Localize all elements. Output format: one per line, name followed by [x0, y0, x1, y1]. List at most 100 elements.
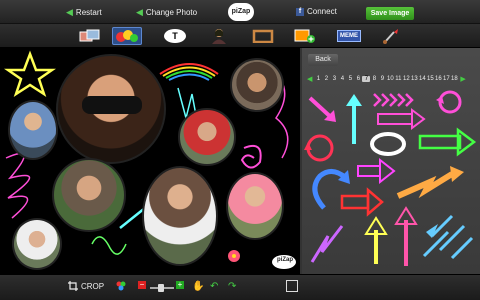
page-11[interactable]: 11 — [394, 76, 402, 82]
page-3[interactable]: 3 — [330, 76, 338, 82]
minus-icon: − — [138, 280, 146, 289]
page-2[interactable]: 2 — [322, 76, 330, 82]
color-wheel-icon — [116, 281, 126, 291]
tab-cutout[interactable] — [204, 27, 234, 45]
tab-stickers[interactable] — [112, 27, 142, 45]
photo-circle-selfie[interactable] — [56, 54, 166, 164]
neon-arrow-right-green-icon[interactable] — [418, 127, 477, 157]
neon-chevrons-pink-icon[interactable] — [373, 93, 414, 107]
page-14[interactable]: 14 — [418, 76, 426, 82]
photo-circle-child[interactable] — [226, 172, 284, 240]
arrow-left-icon: ◀ — [66, 7, 73, 17]
tab-paint[interactable] — [376, 27, 406, 45]
neon-star-sticker — [3, 50, 57, 97]
plus-icon: + — [176, 280, 184, 289]
page-9[interactable]: 9 — [378, 76, 386, 82]
neon-arrow-right-magenta-icon[interactable] — [357, 157, 396, 185]
photo-circle-topright[interactable] — [230, 58, 284, 112]
neon-arrow-right-red-icon[interactable] — [340, 187, 384, 217]
tab-borders[interactable] — [248, 27, 278, 45]
zoom-slider[interactable] — [150, 284, 174, 292]
page-8[interactable]: 8 — [370, 76, 378, 82]
page-7[interactable]: 7 — [362, 76, 371, 82]
pan-button[interactable]: ✋ — [192, 281, 204, 292]
neon-green-scribble — [91, 236, 127, 255]
canvas-watermark: piZap — [277, 257, 293, 263]
zoom-slider-knob[interactable] — [158, 284, 164, 292]
redo-button[interactable]: ↷ — [228, 281, 236, 292]
page-5[interactable]: 5 — [346, 76, 354, 82]
facebook-connect-button[interactable]: f Connect — [296, 7, 337, 16]
neon-zigzag-purple-icon[interactable] — [310, 225, 344, 263]
photo-stack-icon — [79, 29, 100, 42]
sticker-panel: Back ◀ 1 2 3 4 5 6 7 8 9 10 11 12 13 14 … — [302, 48, 480, 274]
back-button[interactable]: Back — [308, 54, 338, 66]
undo-icon: ↶ — [210, 281, 219, 292]
neon-arrow-curve-blue-icon[interactable] — [312, 169, 350, 210]
restart-button[interactable]: ◀ Restart — [66, 7, 102, 18]
sticker-pager: ◀ 1 2 3 4 5 6 7 8 9 10 11 12 13 14 15 16… — [302, 74, 480, 84]
neon-arrow-up-pink-icon[interactable] — [394, 206, 418, 266]
next-page-icon[interactable]: ▶ — [460, 75, 465, 83]
photo-circle-girl-center[interactable] — [142, 166, 218, 266]
page-4[interactable]: 4 — [338, 76, 346, 82]
neon-arrow-lightning-orange-icon[interactable] — [396, 166, 464, 199]
photo-circle-bottomleft[interactable] — [12, 218, 62, 270]
stickers-icon — [116, 30, 138, 42]
frame-icon — [252, 29, 274, 43]
tab-meme[interactable]: MEME — [334, 27, 364, 45]
tab-add-photo[interactable] — [290, 27, 320, 45]
neon-multi-arrow-cyan-icon[interactable] — [422, 214, 474, 260]
fullscreen-button[interactable] — [286, 280, 298, 292]
color-button[interactable] — [116, 281, 126, 291]
page-17[interactable]: 17 — [442, 76, 450, 82]
neon-arrow-up-cyan-icon[interactable] — [346, 94, 362, 144]
bottom-toolbar: CROP − + ✋ ↶ ↷ — [0, 274, 480, 300]
editor-canvas[interactable]: piZap — [0, 48, 302, 274]
save-image-button[interactable]: Save Image — [366, 7, 414, 20]
zoom-out-button[interactable]: − — [138, 281, 146, 289]
page-1[interactable]: 1 — [314, 76, 322, 82]
page-13[interactable]: 13 — [410, 76, 418, 82]
photo-circle-group[interactable] — [52, 158, 126, 232]
redo-icon: ↷ — [228, 281, 237, 292]
meme-icon: MEME — [337, 30, 361, 42]
tool-strip: T MEME — [0, 24, 480, 48]
page-15[interactable]: 15 — [426, 76, 434, 82]
photo-circle-boy[interactable] — [8, 100, 58, 160]
neon-recycle-red-icon[interactable] — [304, 134, 334, 162]
text-bubble-icon: T — [164, 29, 186, 43]
page-6[interactable]: 6 — [354, 76, 362, 82]
neon-recycle-pink-icon[interactable] — [436, 90, 462, 114]
neon-loop-white-icon[interactable] — [370, 132, 406, 156]
tab-text[interactable]: T — [160, 27, 190, 45]
page-10[interactable]: 10 — [386, 76, 394, 82]
top-bar: ◀ Restart ◀ Change Photo piZap f Connect… — [0, 0, 480, 24]
crop-button[interactable]: CROP — [68, 281, 104, 291]
photo-circle-girl-red[interactable] — [178, 108, 236, 166]
neon-arrow-diagonal-pink-icon[interactable] — [308, 96, 336, 122]
neon-spiral-sticker — [240, 144, 262, 169]
undo-button[interactable]: ↶ — [210, 281, 218, 292]
paintbrush-icon — [383, 29, 398, 44]
neon-arrow-up-yellow-icon[interactable] — [364, 216, 388, 264]
sunglasses — [82, 96, 142, 114]
page-12[interactable]: 12 — [402, 76, 410, 82]
tab-photo-effects[interactable] — [75, 27, 105, 45]
hand-icon: ✋ — [192, 281, 205, 292]
neon-scribble-sticker — [5, 152, 31, 219]
connect-label: Connect — [307, 7, 337, 16]
add-photo-icon — [294, 29, 315, 43]
facebook-icon: f — [296, 7, 304, 16]
zoom-in-button[interactable]: + — [176, 281, 184, 289]
sticker-grid[interactable] — [302, 86, 480, 274]
page-18[interactable]: 18 — [450, 76, 458, 82]
page-16[interactable]: 16 — [434, 76, 442, 82]
crop-label: CROP — [81, 281, 105, 291]
arrow-left-icon: ◀ — [136, 7, 143, 17]
change-photo-button[interactable]: ◀ Change Photo — [136, 7, 197, 18]
change-photo-label: Change Photo — [145, 8, 198, 17]
neon-arrow-right-pink-icon[interactable] — [377, 108, 426, 130]
prev-page-icon[interactable]: ◀ — [307, 75, 312, 83]
crop-icon — [68, 281, 78, 291]
